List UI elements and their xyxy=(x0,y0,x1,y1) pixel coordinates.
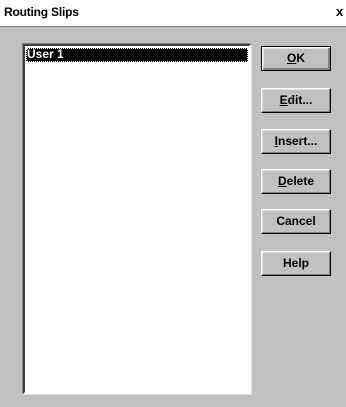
edit-label-rest: dit... xyxy=(287,93,313,107)
close-icon[interactable]: x xyxy=(336,3,346,21)
help-button[interactable]: Help xyxy=(261,251,331,276)
title-bar[interactable]: Routing Slips x xyxy=(0,0,346,27)
insert-label-rest: nsert... xyxy=(277,134,318,148)
ok-label-rest: K xyxy=(296,51,305,65)
list-item[interactable]: User 1 xyxy=(26,48,248,62)
ok-button[interactable]: OK xyxy=(261,46,331,71)
insert-button[interactable]: Insert... xyxy=(261,129,331,154)
delete-accel: D xyxy=(277,174,287,188)
edit-accel: E xyxy=(279,93,288,107)
ok-accel: O xyxy=(286,51,297,65)
edit-button[interactable]: Edit... xyxy=(261,88,331,113)
cancel-button[interactable]: Cancel xyxy=(261,209,331,234)
delete-button[interactable]: Delete xyxy=(261,169,331,194)
routing-slips-list[interactable]: User 1 xyxy=(23,44,251,394)
window-title: Routing Slips xyxy=(4,5,79,19)
delete-label-rest: elete xyxy=(286,174,315,188)
routing-slips-dialog: Routing Slips x User 1 OK Edit... Insert… xyxy=(0,0,346,407)
